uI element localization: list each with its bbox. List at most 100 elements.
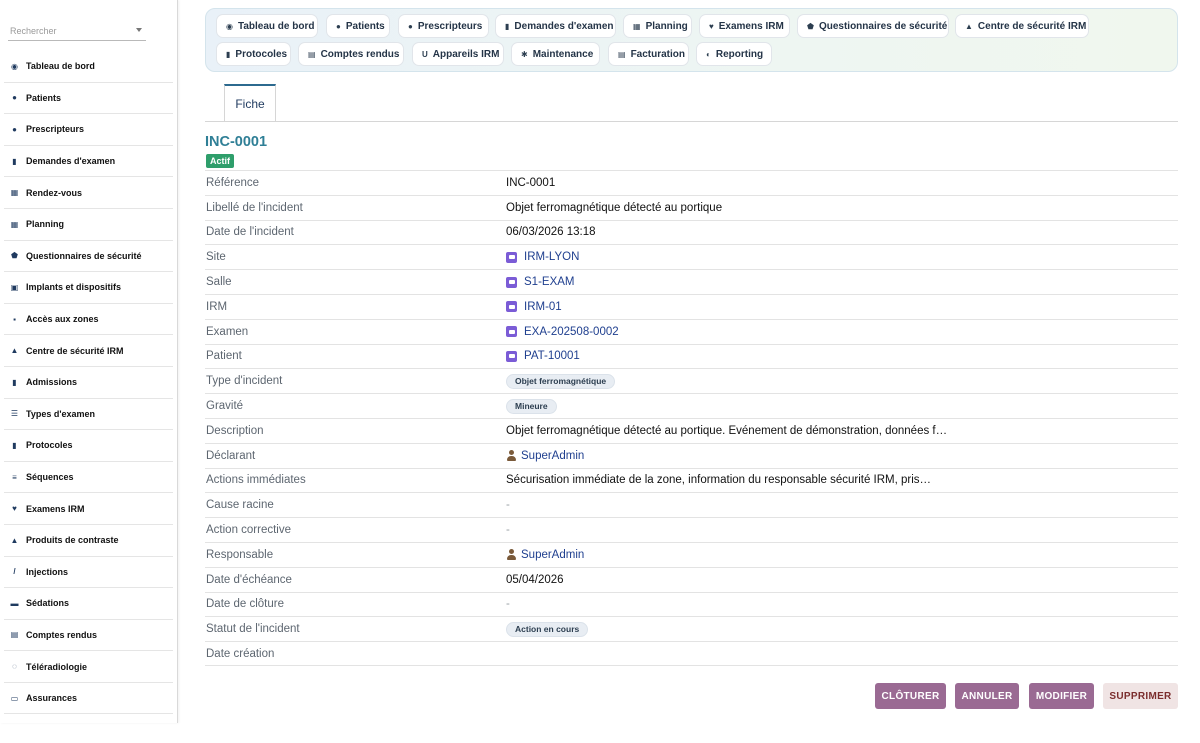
- record-link[interactable]: EXA-202508-0002: [524, 326, 619, 338]
- dashboard-icon: ◉: [11, 61, 18, 71]
- sidebar-item-label: Produits de contraste: [26, 535, 119, 546]
- sidebar-item-13[interactable]: ≡ Séquences: [4, 462, 173, 494]
- modifier-button[interactable]: MODIFIER: [1029, 683, 1094, 709]
- module-pill-row2-0[interactable]: ▮ Protocoles: [216, 42, 291, 66]
- sidebar-item-8[interactable]: ▪ Accès aux zones: [4, 304, 173, 336]
- module-pill-row1-2[interactable]: ● Prescripteurs: [398, 14, 489, 38]
- sidebar-item-15[interactable]: ▲ Produits de contraste: [4, 525, 173, 557]
- module-pill-row2-5[interactable]: ◐ Reporting: [696, 42, 772, 66]
- supprimer-button[interactable]: SUPPRIMER: [1103, 683, 1178, 709]
- sidebar-item-1[interactable]: ● Patients: [4, 83, 173, 115]
- module-pill-row1-7[interactable]: ▲ Centre de sécurité IRM: [955, 14, 1089, 38]
- cloturer-button[interactable]: CLÔTURER: [875, 683, 946, 709]
- record-link[interactable]: IRM-LYON: [524, 251, 579, 263]
- sidebar-item-7[interactable]: ▣ Implants et dispositifs: [4, 272, 173, 304]
- value-chip: Mineure: [506, 398, 557, 414]
- sidebar-item-label: Rendez-vous: [26, 187, 83, 198]
- warning-icon: ▲: [10, 346, 19, 356]
- field-label: Examen: [206, 325, 249, 338]
- record-link[interactable]: S1-EXAM: [524, 276, 575, 288]
- field-label: Date de l'incident: [206, 226, 294, 239]
- field-value-text: 05/04/2026: [506, 573, 564, 586]
- record-link-icon: [506, 301, 517, 313]
- field-row: Référence INC-0001: [205, 170, 1178, 195]
- field-value-text: INC-0001: [506, 176, 556, 189]
- record-title: INC-0001: [205, 134, 268, 150]
- magnet-icon: U: [422, 49, 428, 59]
- sidebar-item-label: Examens IRM: [26, 503, 85, 514]
- annuler-button[interactable]: ANNULER: [955, 683, 1019, 709]
- module-pill-label: Planning: [645, 20, 688, 32]
- sidebar-item-17[interactable]: ▬ Sédations: [4, 588, 173, 620]
- sidebar-item-18[interactable]: ▤ Comptes rendus: [4, 620, 173, 652]
- report-icon: ▤: [308, 49, 316, 59]
- calendar-check-icon: ▦: [10, 219, 19, 229]
- field-label: Libellé de l'incident: [206, 201, 303, 214]
- field-label: Référence: [206, 176, 260, 189]
- search-input[interactable]: Rechercher: [8, 22, 146, 41]
- field-label: Patient: [206, 350, 242, 363]
- sidebar-item-9[interactable]: ▲ Centre de sécurité IRM: [4, 335, 173, 367]
- module-pill-row1-4[interactable]: ▦ Planning: [623, 14, 692, 38]
- module-pill-row2-4[interactable]: ▤ Facturation: [608, 42, 689, 66]
- record-link-icon: [506, 350, 517, 362]
- module-pill-row1-5[interactable]: ♥ Examens IRM: [699, 14, 790, 38]
- tab-fiche[interactable]: Fiche: [224, 84, 276, 121]
- field-value-text: -: [506, 598, 510, 611]
- module-pill-row2-3[interactable]: ✱ Maintenance: [511, 42, 600, 66]
- sidebar-item-4[interactable]: ▦ Rendez-vous: [4, 177, 173, 209]
- field-row: Date de clôture -: [205, 591, 1178, 617]
- chevron-down-icon[interactable]: [136, 28, 142, 32]
- field-row: Déclarant SuperAdmin: [205, 442, 1178, 468]
- flask-icon: ▲: [10, 535, 19, 545]
- lock-icon: ▪: [13, 314, 16, 324]
- module-pill-row1-0[interactable]: ◉ Tableau de bord: [216, 14, 318, 38]
- sidebar-item-20[interactable]: ▭ Assurances: [4, 683, 173, 715]
- module-pill-row1-3[interactable]: ▮ Demandes d'examen: [495, 14, 616, 38]
- sidebar-item-0[interactable]: ◉ Tableau de bord: [4, 51, 173, 83]
- module-pill-row2-1[interactable]: ▤ Comptes rendus: [298, 42, 404, 66]
- field-row: Action corrective -: [205, 517, 1178, 542]
- module-pill-row1-1[interactable]: ● Patients: [326, 14, 390, 38]
- sidebar-item-2[interactable]: ● Prescripteurs: [4, 114, 173, 146]
- sidebar-item-label: Centre de sécurité IRM: [26, 345, 124, 356]
- module-pill-label: Centre de sécurité IRM: [977, 20, 1087, 32]
- sidebar-item-11[interactable]: ☰ Types d'examen: [4, 399, 173, 431]
- sidebar-item-6[interactable]: ⬟ Questionnaires de sécurité: [4, 241, 173, 273]
- module-pill-row1-6[interactable]: ⬟ Questionnaires de sécurité: [797, 14, 949, 38]
- field-value-text: Objet ferromagnétique détecté au portiqu…: [506, 201, 723, 214]
- module-pill-label: Questionnaires de sécurité: [818, 20, 948, 32]
- module-pill-label: Examens IRM: [718, 20, 784, 32]
- field-row: Date création: [205, 641, 1178, 666]
- record-link[interactable]: PAT-10001: [524, 350, 580, 362]
- field-value: Mineure: [506, 398, 1178, 414]
- user-link[interactable]: SuperAdmin: [521, 450, 584, 462]
- sidebar-item-5[interactable]: ▦ Planning: [4, 209, 173, 241]
- sidebar-item-label: Planning: [26, 219, 64, 230]
- field-label: Statut de l'incident: [206, 623, 300, 636]
- status-badge: Actif: [206, 154, 234, 168]
- field-value: -: [506, 598, 1178, 610]
- document-icon: ▮: [12, 156, 17, 166]
- field-label: Responsable: [206, 548, 274, 561]
- sidebar-item-10[interactable]: ▮ Admissions: [4, 367, 173, 399]
- module-pill-label: Patients: [345, 20, 385, 32]
- sidebar-item-label: Demandes d'examen: [26, 156, 116, 167]
- field-label: Date création: [206, 647, 275, 660]
- sidebar-item-16[interactable]: / Injections: [4, 557, 173, 589]
- field-row: Description Objet ferromagnétique détecté…: [205, 417, 1178, 443]
- module-pill-row2-2[interactable]: U Appareils IRM: [412, 42, 504, 66]
- field-value: 06/03/2026 13:18: [506, 226, 1178, 238]
- heartbeat-icon: ♥: [709, 21, 714, 31]
- field-value-text: Sécurisation immédiate de la zone, infor…: [506, 474, 932, 487]
- sidebar-item-14[interactable]: ♥ Examens IRM: [4, 493, 173, 525]
- user-link[interactable]: SuperAdmin: [521, 549, 584, 561]
- sidebar-item-19[interactable]: ◌ Téléradiologie: [4, 651, 173, 683]
- sidebar-item-12[interactable]: ▮ Protocoles: [4, 430, 173, 462]
- field-value-text: -: [506, 499, 510, 512]
- sidebar-item-label: Séquences: [26, 472, 74, 483]
- module-pill-label: Reporting: [715, 48, 764, 60]
- sidebar-item-3[interactable]: ▮ Demandes d'examen: [4, 146, 173, 178]
- record-link[interactable]: IRM-01: [524, 301, 562, 313]
- field-value: 05/04/2026: [506, 574, 1178, 586]
